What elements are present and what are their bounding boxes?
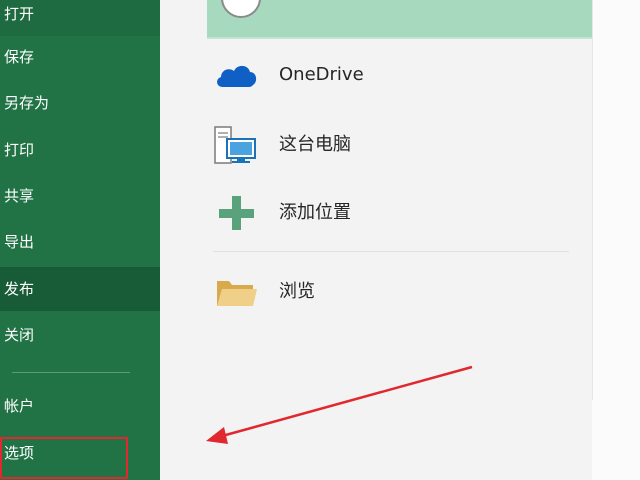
location-this-pc[interactable]: 这台电脑	[207, 117, 577, 173]
location-label: 添加位置	[279, 202, 351, 223]
nav-item-close[interactable]: 关闭	[0, 313, 160, 357]
location-browse[interactable]: 浏览	[207, 264, 577, 320]
nav-item-publish[interactable]: 发布	[0, 267, 160, 311]
location-label: 这台电脑	[279, 134, 351, 155]
nav-item-print[interactable]: 打印	[0, 128, 160, 172]
nav-item-save-as[interactable]: 另存为	[0, 81, 160, 125]
location-onedrive[interactable]: OneDrive	[207, 47, 577, 103]
content-right-strip	[592, 0, 640, 480]
plus-icon	[219, 196, 254, 230]
content-separator	[592, 0, 593, 400]
options-highlight-box	[0, 437, 128, 479]
nav-item-export[interactable]: 导出	[0, 220, 160, 264]
folder-icon	[217, 281, 257, 306]
nav-divider	[12, 372, 130, 373]
list-divider	[213, 251, 569, 252]
location-add-place[interactable]: 添加位置	[207, 185, 577, 241]
location-label: OneDrive	[279, 64, 364, 85]
nav-item-save[interactable]: 保存	[0, 35, 160, 79]
recent-circle-icon	[221, 0, 261, 18]
cloud-icon	[217, 65, 257, 87]
nav-item-account[interactable]: 帐户	[0, 384, 160, 428]
nav-item-share[interactable]: 共享	[0, 174, 160, 218]
location-label: 浏览	[279, 281, 315, 302]
selected-location-row[interactable]	[207, 0, 592, 39]
nav-item-open[interactable]: 打开	[0, 0, 160, 36]
computer-icon	[214, 126, 256, 164]
